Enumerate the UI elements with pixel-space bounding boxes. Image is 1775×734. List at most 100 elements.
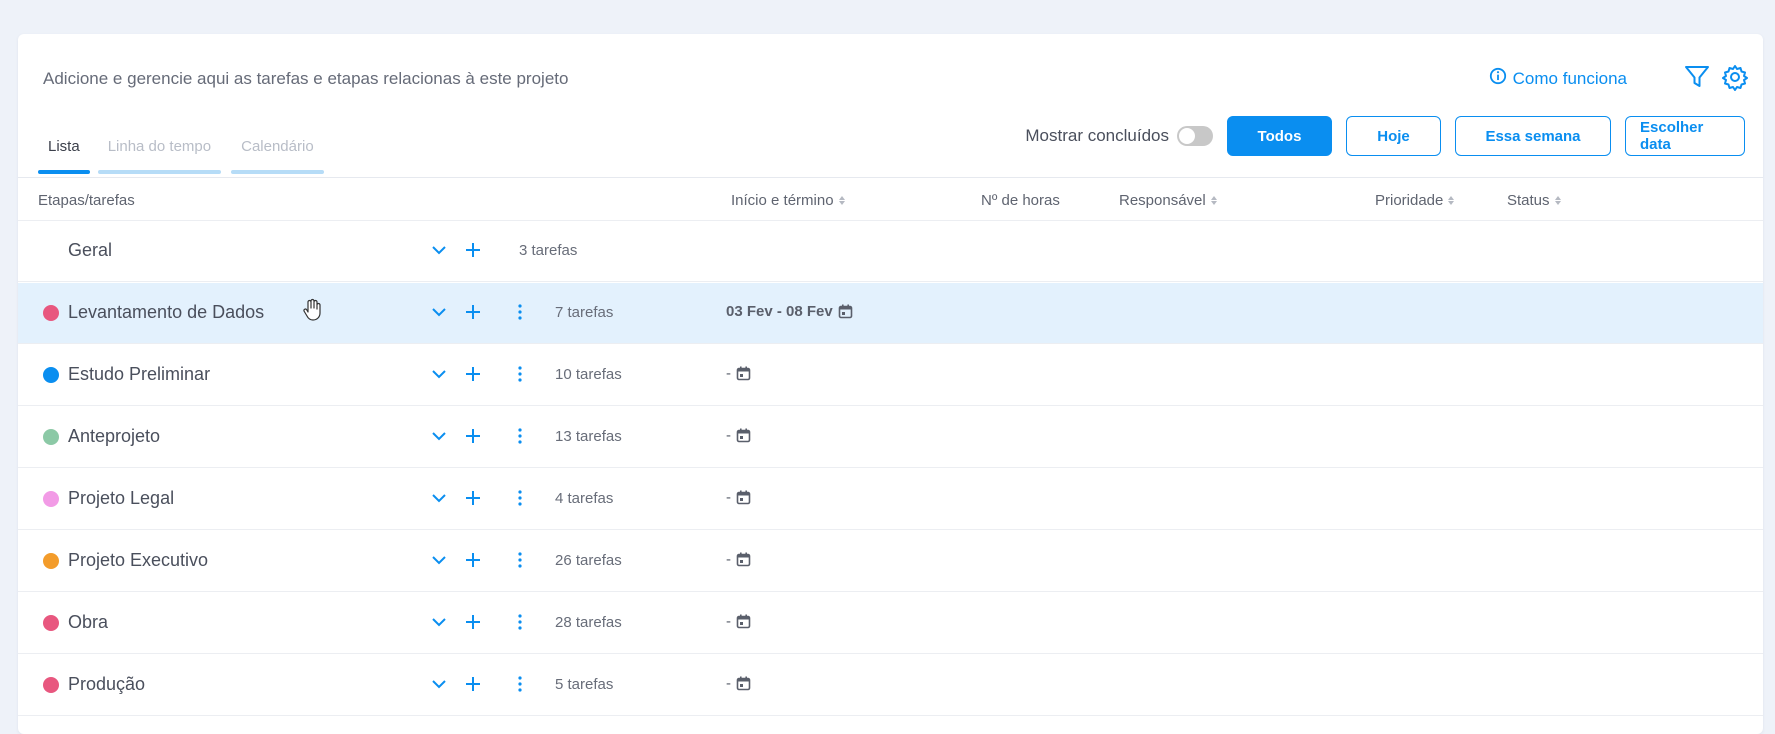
tab-timeline-label: Linha do tempo <box>107 138 212 155</box>
filter-essa-semana-button[interactable]: Essa semana <box>1455 116 1611 156</box>
task-count: 3 tarefas <box>519 242 578 259</box>
task-count: 26 tarefas <box>555 552 622 569</box>
general-row[interactable]: Geral 3 tarefas <box>18 221 1763 282</box>
plus-icon[interactable] <box>464 551 482 569</box>
col-hours: Nº de horas <box>981 192 1060 209</box>
chevron-down-icon[interactable] <box>430 551 448 569</box>
calendar-icon <box>736 552 751 567</box>
more-vertical-icon[interactable] <box>513 489 527 507</box>
show-completed-toggle[interactable] <box>1177 126 1213 146</box>
plus-icon[interactable] <box>464 427 482 445</box>
stage-dates-text: - <box>726 489 731 506</box>
stage-dates-text: - <box>726 675 731 692</box>
tab-calendario[interactable]: Calendário <box>231 136 324 174</box>
col-dates[interactable]: Início e término <box>731 192 845 209</box>
stage-name: Anteprojeto <box>68 426 161 446</box>
filter-escolher-data-button[interactable]: Escolher data <box>1625 116 1745 156</box>
chevron-down-icon[interactable] <box>430 613 448 631</box>
chevron-down-icon[interactable] <box>430 365 448 383</box>
stage-dates[interactable]: - <box>726 365 751 382</box>
stage-row[interactable]: Anteprojeto 13 tarefas - <box>18 407 1763 468</box>
col-status[interactable]: Status <box>1507 192 1561 209</box>
stage-color-dot <box>43 367 59 383</box>
task-count: 10 tarefas <box>555 366 622 383</box>
plus-icon[interactable] <box>464 675 482 693</box>
calendar-icon <box>736 676 751 691</box>
stage-dates-text: - <box>726 551 731 568</box>
chevron-down-icon[interactable] <box>430 241 448 259</box>
stage-dates[interactable]: 03 Fev - 08 Fev <box>726 303 853 320</box>
col-hours-label: Nº de horas <box>981 192 1060 209</box>
tasks-panel: Adicione e gerencie aqui as tarefas e et… <box>18 34 1763 734</box>
sort-icon <box>1210 196 1217 205</box>
more-vertical-icon[interactable] <box>513 675 527 693</box>
plus-icon[interactable] <box>464 489 482 507</box>
task-count: 13 tarefas <box>555 428 622 445</box>
stage-name: Levantamento de Dados <box>68 302 265 322</box>
more-vertical-icon[interactable] <box>513 613 527 631</box>
stage-row[interactable]: Projeto Executivo 26 tarefas - <box>18 531 1763 592</box>
chevron-down-icon[interactable] <box>430 675 448 693</box>
stage-name: Estudo Preliminar <box>68 364 211 384</box>
more-vertical-icon[interactable] <box>513 427 527 445</box>
stage-dates[interactable]: - <box>726 551 751 568</box>
stage-name: Produção <box>68 674 146 694</box>
sort-icon <box>1554 196 1561 205</box>
stage-dates[interactable]: - <box>726 675 751 692</box>
gear-icon[interactable] <box>1721 63 1749 96</box>
stage-row[interactable]: Projeto Legal 4 tarefas - <box>18 469 1763 530</box>
tab-linha-do-tempo[interactable]: Linha do tempo <box>97 136 222 174</box>
how-it-works-link[interactable]: Como funciona <box>1489 67 1627 90</box>
plus-icon[interactable] <box>464 613 482 631</box>
col-priority-label: Prioridade <box>1375 192 1444 209</box>
task-count: 4 tarefas <box>555 490 614 507</box>
chevron-down-icon[interactable] <box>430 303 448 321</box>
stage-row[interactable]: Levantamento de Dados 7 tarefas 03 Fev -… <box>18 283 1763 344</box>
calendar-icon <box>838 304 853 319</box>
plus-icon[interactable] <box>464 365 482 383</box>
stage-name: Projeto Legal <box>68 488 175 508</box>
stage-dates-text: 03 Fev - 08 Fev <box>726 303 833 320</box>
chevron-down-icon[interactable] <box>430 427 448 445</box>
stage-name: Projeto Executivo <box>68 550 209 570</box>
stage-color-dot <box>43 305 59 321</box>
filter-todos-button[interactable]: Todos <box>1227 116 1332 156</box>
col-stages: Etapas/tarefas <box>38 192 135 209</box>
more-vertical-icon[interactable] <box>513 303 527 321</box>
stage-row[interactable]: Produção 5 tarefas - <box>18 655 1763 716</box>
tab-lista[interactable]: Lista <box>38 136 90 174</box>
hand-cursor-icon <box>303 298 321 321</box>
col-priority[interactable]: Prioridade <box>1375 192 1455 209</box>
calendar-icon <box>736 614 751 629</box>
stage-color-dot <box>43 491 59 507</box>
filter-controls: Mostrar concluídos Todos Hoje Essa seman… <box>1025 116 1745 156</box>
stage-row[interactable]: Estudo Preliminar 10 tarefas - <box>18 345 1763 406</box>
plus-icon[interactable] <box>464 241 482 259</box>
stage-row[interactable]: Obra 28 tarefas - <box>18 593 1763 654</box>
stage-dates-text: - <box>726 365 731 382</box>
stage-color-dot <box>43 553 59 569</box>
filter-icon[interactable] <box>1683 63 1711 96</box>
info-circle-icon <box>1489 67 1507 90</box>
col-owner-label: Responsável <box>1119 192 1206 209</box>
plus-icon[interactable] <box>464 303 482 321</box>
calendar-icon <box>736 366 751 381</box>
show-completed-label: Mostrar concluídos <box>1025 126 1169 145</box>
stage-color-dot <box>43 615 59 631</box>
more-vertical-icon[interactable] <box>513 365 527 383</box>
stage-dates[interactable]: - <box>726 427 751 444</box>
col-owner[interactable]: Responsável <box>1119 192 1217 209</box>
panel-description: Adicione e gerencie aqui as tarefas e et… <box>43 69 569 88</box>
table-header: Etapas/tarefas Início e término Nº de ho… <box>18 177 1763 221</box>
stage-dates[interactable]: - <box>726 613 751 630</box>
stage-color-dot <box>43 429 59 445</box>
chevron-down-icon[interactable] <box>430 489 448 507</box>
stage-color-dot <box>43 677 59 693</box>
stage-dates[interactable]: - <box>726 489 751 506</box>
show-completed: Mostrar concluídos <box>1025 126 1213 146</box>
filter-hoje-button[interactable]: Hoje <box>1346 116 1441 156</box>
sort-icon <box>838 196 845 205</box>
more-vertical-icon[interactable] <box>513 551 527 569</box>
view-tabs: Lista Linha do tempo Calendário <box>38 136 324 174</box>
stage-name: Obra <box>68 612 109 632</box>
